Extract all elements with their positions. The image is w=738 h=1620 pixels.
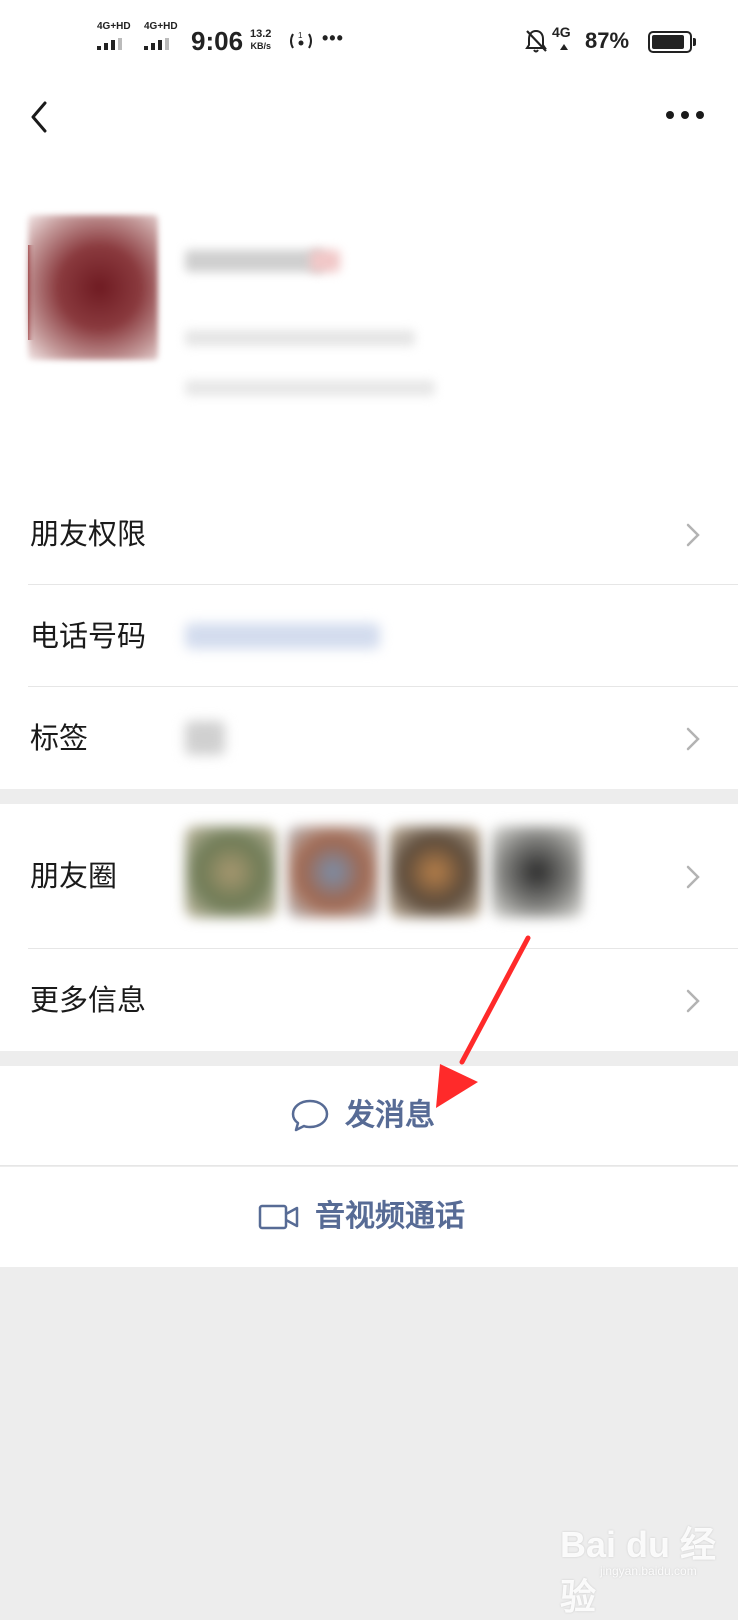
moments-label: 朋友圈 <box>30 859 118 893</box>
speed-value: 13.2 <box>250 28 272 40</box>
tags-label: 标签 <box>30 721 89 755</box>
region-redacted <box>185 380 435 396</box>
chevron-right-icon <box>686 865 700 889</box>
chevron-right-icon <box>686 523 700 547</box>
network-type-2: 4G+HD <box>144 21 178 32</box>
battery-icon <box>648 31 696 53</box>
svg-text:1: 1 <box>298 31 303 40</box>
chat-bubble-icon <box>291 1099 329 1132</box>
back-button[interactable] <box>20 90 60 140</box>
more-info-label: 更多信息 <box>30 983 147 1017</box>
moments-photo <box>185 826 277 918</box>
chevron-right-icon <box>686 989 700 1013</box>
speed-unit: KB/s <box>250 41 271 51</box>
more-info-row[interactable]: 更多信息 <box>0 949 738 1051</box>
more-horizontal-icon <box>666 111 704 119</box>
phone-number-redacted <box>185 623 380 649</box>
moments-photo <box>491 826 583 918</box>
video-call-label: 音视频通话 <box>315 1199 465 1234</box>
data-arrows-icon <box>560 44 568 50</box>
phone-number-label: 电话号码 <box>30 619 147 653</box>
friend-permissions-label: 朋友权限 <box>30 517 147 551</box>
nickname-redacted <box>185 250 325 272</box>
chevron-left-icon <box>31 101 47 133</box>
video-call-button[interactable]: 音视频通话 <box>0 1167 738 1267</box>
tag-value-redacted <box>185 721 225 755</box>
video-camera-icon <box>258 1204 299 1230</box>
gender-badge-redacted <box>310 250 340 272</box>
tags-row[interactable]: 标签 <box>0 687 738 789</box>
network-speed: 13.2 KB/s <box>250 28 271 52</box>
data-network-type: 4G <box>552 24 571 40</box>
wechat-id-redacted <box>185 330 415 346</box>
network-type-1: 4G+HD <box>97 21 131 32</box>
baidu-watermark: Bai du 经验 jingyan.baidu.com <box>560 1516 738 1620</box>
chevron-right-icon <box>686 727 700 751</box>
moments-row[interactable]: 朋友圈 <box>0 804 738 949</box>
watermark-url: jingyan.baidu.com <box>600 1564 697 1578</box>
bell-muted-icon <box>525 29 547 53</box>
battery-percent: 87% <box>585 28 630 53</box>
moments-photo <box>287 826 379 918</box>
avatar[interactable] <box>28 215 158 360</box>
clock: 9:06 <box>191 26 244 56</box>
profile-header <box>0 80 738 490</box>
signal-strength-icon <box>144 38 174 50</box>
moments-photo <box>389 826 481 918</box>
phone-number-row[interactable]: 电话号码 <box>0 585 738 687</box>
hotspot-icon: 1 <box>290 31 312 49</box>
more-options-button[interactable] <box>660 95 710 135</box>
friend-permissions-row[interactable]: 朋友权限 <box>0 483 738 585</box>
send-message-button[interactable]: 发消息 <box>0 1066 738 1166</box>
more-notifications: ••• <box>322 28 344 48</box>
status-bar: 4G+HD 4G+HD 9:06 13.2 KB/s 1 ••• 4G 87% <box>0 0 738 80</box>
send-message-label: 发消息 <box>345 1098 435 1133</box>
signal-strength-icon <box>97 38 127 50</box>
